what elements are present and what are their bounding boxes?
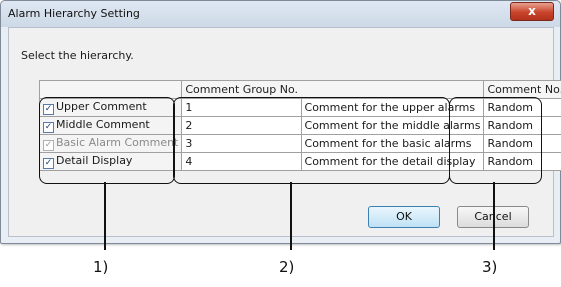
basic-alarm-comment-checkbox: ✓ xyxy=(43,140,54,151)
header-comment-group-text xyxy=(301,80,485,99)
header-comment-group-no: Comment Group No. xyxy=(181,80,302,99)
comment-no-cell[interactable]: Random xyxy=(483,134,561,153)
callout-label-2: 2) xyxy=(279,258,295,276)
checkbox-label: Detail Display xyxy=(56,154,133,167)
table-row: ✓ Basic Alarm Comment 3 Comment for the b… xyxy=(38,134,561,153)
callout-leader-2 xyxy=(290,182,292,250)
group-comment-cell: Comment for the upper alarms xyxy=(300,98,485,117)
table-header-row: Comment Group No. Comment No. xyxy=(38,80,561,99)
table-row: ✓ Detail Display 4 Comment for the detail… xyxy=(38,152,561,171)
callout-label-1: 1) xyxy=(93,258,109,276)
ok-button[interactable]: OK xyxy=(368,206,440,228)
upper-comment-checkbox[interactable]: ✓ xyxy=(43,104,54,115)
callout-leader-3 xyxy=(493,182,495,250)
group-comment-cell: Comment for the basic alarms xyxy=(300,134,485,153)
close-icon: x xyxy=(528,4,536,18)
header-comment-no: Comment No. xyxy=(483,80,561,99)
table-row: ✓ Middle Comment 2 Comment for the middle… xyxy=(38,116,561,135)
close-button[interactable]: x xyxy=(510,2,554,21)
hierarchy-cell: ✓ Basic Alarm Comment xyxy=(38,134,183,153)
check-mark-icon: ✓ xyxy=(44,104,53,114)
comment-no-cell[interactable]: Random xyxy=(483,152,561,171)
hierarchy-cell: ✓ Middle Comment xyxy=(38,116,183,135)
checkbox-label: Upper Comment xyxy=(56,100,147,113)
check-mark-icon: ✓ xyxy=(44,140,53,150)
table-row: ✓ Upper Comment 1 Comment for the upper a… xyxy=(38,98,561,117)
callout-label-3: 3) xyxy=(482,258,498,276)
hierarchy-cell: ✓ Upper Comment xyxy=(38,98,183,117)
hierarchy-table: Comment Group No. Comment No. ✓ Upper Com… xyxy=(38,80,561,171)
hierarchy-cell: ✓ Detail Display xyxy=(38,152,183,171)
comment-no-cell[interactable]: Random xyxy=(483,116,561,135)
header-hierarchy xyxy=(38,80,183,99)
check-mark-icon: ✓ xyxy=(44,122,53,132)
group-no-cell[interactable]: 3 xyxy=(181,134,302,153)
group-no-cell[interactable]: 1 xyxy=(181,98,302,117)
checkbox-label: Middle Comment xyxy=(56,118,150,131)
group-comment-cell: Comment for the detail display xyxy=(300,152,485,171)
group-no-cell[interactable]: 2 xyxy=(181,116,302,135)
middle-comment-checkbox[interactable]: ✓ xyxy=(43,122,54,133)
title-bar[interactable]: Alarm Hierarchy Setting x xyxy=(1,1,560,27)
checkbox-label: Basic Alarm Comment xyxy=(56,136,179,149)
check-mark-icon: ✓ xyxy=(44,158,53,168)
window-title: Alarm Hierarchy Setting xyxy=(8,7,140,20)
comment-no-cell[interactable]: Random xyxy=(483,98,561,117)
detail-display-checkbox[interactable]: ✓ xyxy=(43,158,54,169)
group-no-cell[interactable]: 4 xyxy=(181,152,302,171)
callout-leader-1 xyxy=(104,182,106,250)
instruction-text: Select the hierarchy. xyxy=(21,49,134,62)
group-comment-cell: Comment for the middle alarms xyxy=(300,116,485,135)
